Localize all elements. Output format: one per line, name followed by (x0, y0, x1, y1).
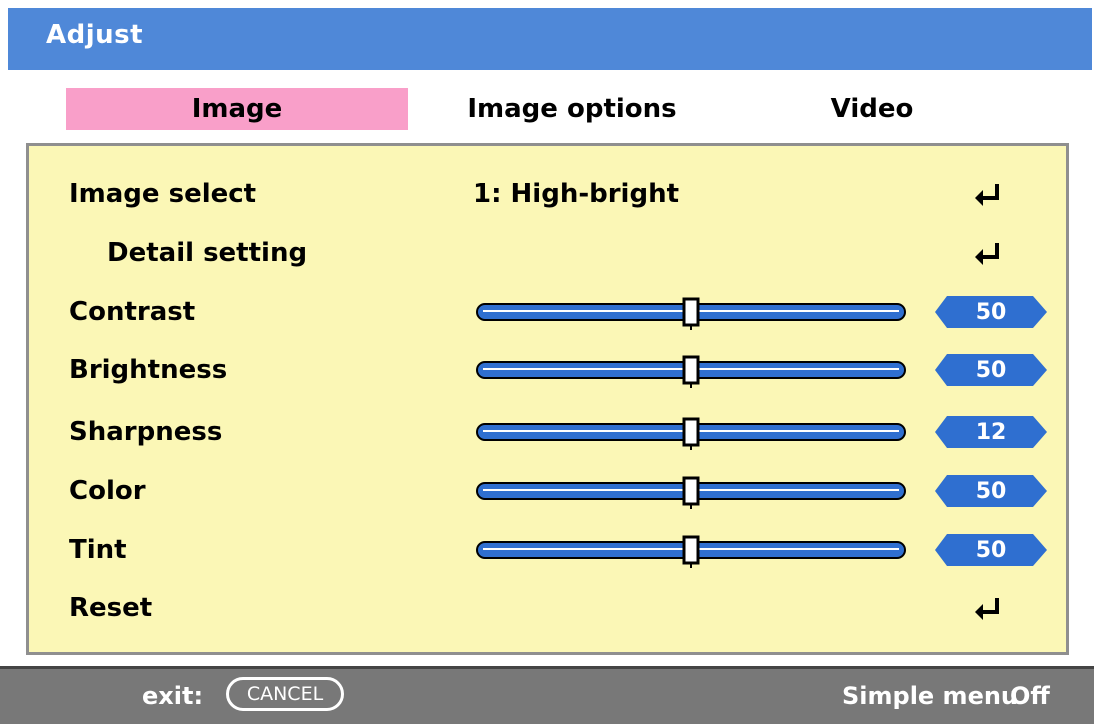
image-select-value: 1: High-bright (473, 179, 680, 209)
row-tint[interactable]: Tint 50 (29, 526, 1066, 576)
row-detail-setting[interactable]: Detail setting (29, 229, 1066, 279)
settings-panel: Image select 1: High-bright Detail setti… (26, 143, 1069, 655)
row-image-select[interactable]: Image select 1: High-bright (29, 170, 1066, 220)
cancel-key-icon[interactable]: CANCEL (226, 677, 344, 711)
row-brightness[interactable]: Brightness 50 (29, 346, 1066, 396)
simple-menu-value[interactable]: Off (1010, 681, 1050, 711)
row-reset[interactable]: Reset (29, 584, 1066, 634)
slider-thumb (682, 535, 700, 565)
tint-value-badge: 50 (935, 534, 1047, 566)
color-value-badge: 50 (935, 475, 1047, 507)
contrast-label: Contrast (69, 297, 196, 327)
slider-thumb (682, 417, 700, 447)
image-select-label: Image select (69, 179, 257, 209)
row-contrast[interactable]: Contrast 50 (29, 288, 1066, 338)
window-title: Adjust (46, 20, 144, 50)
brightness-value: 50 (975, 358, 1007, 383)
sharpness-label: Sharpness (69, 417, 223, 447)
brightness-label: Brightness (69, 355, 228, 385)
color-slider[interactable] (469, 473, 913, 513)
row-color[interactable]: Color 50 (29, 467, 1066, 517)
contrast-value: 50 (975, 300, 1007, 325)
tab-image-options[interactable]: Image options (456, 88, 688, 130)
row-sharpness[interactable]: Sharpness 12 (29, 408, 1066, 458)
tint-label: Tint (69, 535, 127, 565)
sharpness-slider[interactable] (469, 414, 913, 454)
tint-slider[interactable] (469, 532, 913, 572)
sharpness-value-badge: 12 (935, 416, 1047, 448)
brightness-slider[interactable] (469, 352, 913, 392)
contrast-slider[interactable] (469, 294, 913, 334)
footer-bar: exit: CANCEL Simple menu Off (0, 666, 1094, 724)
slider-thumb (682, 297, 700, 327)
reset-label: Reset (69, 593, 153, 623)
tint-value: 50 (975, 538, 1007, 563)
enter-return-icon[interactable] (973, 596, 1003, 622)
color-label: Color (69, 476, 146, 506)
sharpness-value: 12 (975, 420, 1007, 445)
contrast-value-badge: 50 (935, 296, 1047, 328)
enter-return-icon[interactable] (973, 182, 1003, 208)
enter-return-icon[interactable] (973, 241, 1003, 267)
adjust-menu-window: Adjust Image Image options Video Image s… (0, 0, 1094, 724)
color-value: 50 (975, 479, 1007, 504)
exit-label: exit: (142, 682, 204, 710)
brightness-value-badge: 50 (935, 354, 1047, 386)
slider-thumb (682, 476, 700, 506)
title-bar: Adjust (8, 8, 1092, 70)
tab-image[interactable]: Image (66, 88, 408, 130)
simple-menu-label: Simple menu (842, 682, 1019, 710)
slider-thumb (682, 355, 700, 385)
tab-video[interactable]: Video (812, 88, 932, 130)
detail-setting-label: Detail setting (107, 238, 308, 268)
